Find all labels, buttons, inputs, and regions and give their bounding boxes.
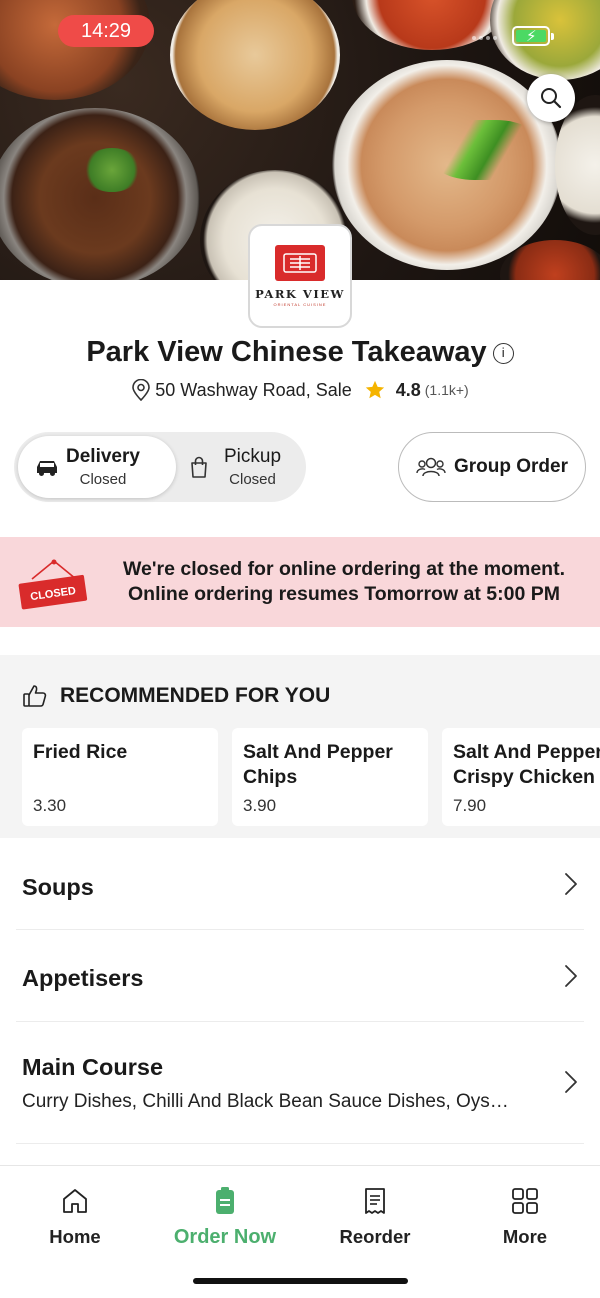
car-icon — [37, 461, 57, 476]
tab-label: Reorder — [339, 1226, 411, 1247]
tab-order-now[interactable]: Order Now — [150, 1186, 300, 1249]
recommended-item-price: 7.90 — [453, 796, 487, 815]
status-time: 14:29 — [58, 15, 154, 47]
home-icon — [63, 1189, 87, 1213]
restaurant-address: 50 Washway Road, Sale — [155, 379, 352, 400]
recommended-card[interactable]: Salt And Pepper Chips 3.90 — [232, 728, 428, 826]
star-icon — [365, 380, 384, 399]
logo-emblem — [275, 245, 325, 281]
category-row-soups[interactable]: Soups — [16, 838, 584, 930]
rating-value: 4.8 — [395, 379, 421, 400]
group-icon — [416, 457, 446, 477]
restaurant-name-row: Park View Chinese Takeaway i — [0, 336, 600, 369]
tab-reorder[interactable]: Reorder — [300, 1186, 450, 1248]
group-order-button[interactable]: Group Order — [398, 432, 586, 502]
logo-text: PARK VIEW — [255, 287, 345, 301]
address-row: 50 Washway Road, Sale 4.8 (1.1k+) — [0, 379, 600, 401]
delivery-label: Delivery — [66, 446, 140, 467]
search-icon — [541, 88, 562, 109]
tab-more[interactable]: More — [450, 1186, 600, 1248]
chevron-right-icon — [565, 1071, 577, 1093]
grid-icon — [512, 1188, 538, 1214]
category-row-appetisers[interactable]: Appetisers — [16, 930, 584, 1022]
recommended-card[interactable]: Fried Rice 3.30 — [22, 728, 218, 826]
closed-banner: CLOSED We're closed for online ordering … — [0, 537, 600, 627]
category-title: Soups — [22, 874, 94, 900]
info-icon[interactable]: i — [492, 343, 514, 364]
recommended-heading-row: RECOMMENDED FOR YOU — [22, 683, 330, 709]
delivery-status: Closed — [79, 471, 127, 488]
pickup-status: Closed — [229, 471, 276, 488]
recommended-item-name: Fried Rice — [33, 741, 128, 763]
recommended-section: RECOMMENDED FOR YOU Fried Rice 3.30 Salt… — [0, 655, 600, 838]
closed-message-line2: Online ordering resumes Tomorrow at 5:00… — [128, 583, 560, 605]
tab-label: More — [502, 1226, 548, 1247]
category-description: Curry Dishes, Chilli And Black Bean Sauc… — [22, 1091, 509, 1112]
group-order-label: Group Order — [453, 456, 568, 477]
location-pin-icon — [132, 379, 151, 401]
tab-home[interactable]: Home — [0, 1186, 150, 1248]
closed-sign-icon: CLOSED — [18, 559, 88, 610]
thumbs-up-icon — [23, 685, 47, 707]
delivery-option[interactable]: Delivery Closed — [18, 436, 176, 498]
logo-subtitle: ORIENTAL CUISINE — [273, 302, 327, 307]
closed-message-line1: We're closed for online ordering at the … — [122, 558, 565, 580]
signal-icon — [472, 36, 497, 40]
receipt-icon — [365, 1188, 385, 1214]
shopping-bag-icon — [191, 456, 207, 478]
recommended-card[interactable]: Salt And Pepper Crispy Chicken 7.90 — [442, 728, 600, 826]
pickup-label: Pickup — [224, 446, 282, 467]
category-row-main-course[interactable]: Main Course Curry Dishes, Chilli And Bla… — [16, 1022, 584, 1144]
recommended-item-price: 3.30 — [33, 796, 67, 815]
recommended-item-name: Salt And Pepper Chips — [243, 741, 393, 788]
tab-label: Order Now — [173, 1226, 277, 1248]
battery-icon: ⚡ — [512, 26, 554, 46]
chevron-right-icon — [565, 873, 577, 895]
category-title: Main Course — [22, 1054, 164, 1080]
recommended-item-name: Salt And Pepper Crispy Chicken — [453, 741, 600, 788]
rating-count: (1.1k+) — [424, 382, 469, 398]
order-mode-toggle: Delivery Closed Pickup Closed — [14, 432, 306, 502]
tab-label: Home — [49, 1226, 101, 1247]
category-title: Appetisers — [22, 965, 144, 991]
home-indicator — [193, 1278, 408, 1284]
chevron-right-icon — [565, 965, 577, 987]
recommended-heading: RECOMMENDED FOR YOU — [60, 684, 331, 707]
order-icon — [216, 1187, 234, 1214]
pickup-option[interactable]: Pickup Closed — [184, 436, 304, 498]
recommended-item-price: 3.90 — [243, 796, 277, 815]
search-button[interactable] — [527, 74, 575, 122]
restaurant-name: Park View Chinese Takeaway — [86, 336, 487, 368]
restaurant-logo: PARK VIEW ORIENTAL CUISINE — [248, 224, 352, 328]
